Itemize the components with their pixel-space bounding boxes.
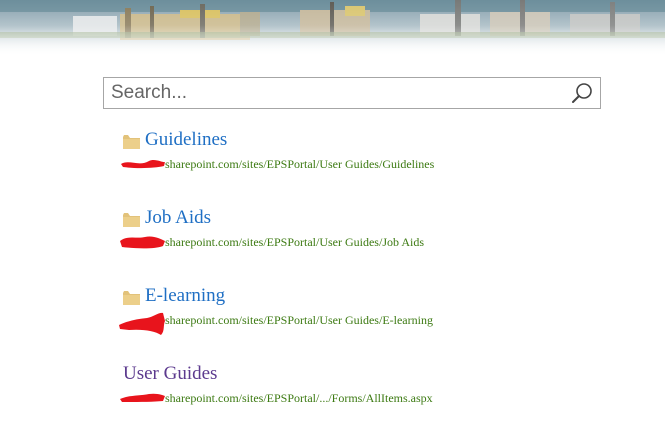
result-url-text: sharepoint.com/sites/EPSPortal/User Guid…: [165, 157, 435, 171]
search-result: Job Aids sharepoint.com/sites/EPSPortal/…: [120, 207, 424, 249]
search-box: [103, 77, 601, 109]
result-url: sharepoint.com/sites/EPSPortal/User Guid…: [121, 157, 435, 171]
search-input[interactable]: [104, 78, 564, 108]
result-url: sharepoint.com/sites/EPSPortal/.../Forms…: [120, 391, 433, 405]
search-result: Guidelines sharepoint.com/sites/EPSPorta…: [121, 129, 434, 171]
result-title-link[interactable]: User Guides: [123, 363, 217, 385]
result-title-link[interactable]: Guidelines: [123, 129, 227, 151]
result-url: sharepoint.com/sites/EPSPortal/User Guid…: [120, 235, 424, 249]
result-title-link[interactable]: E-learning: [123, 285, 225, 307]
search-icon[interactable]: [570, 82, 594, 104]
redaction-mark: [119, 155, 167, 174]
result-title-text: Guidelines: [145, 129, 228, 150]
folder-icon: [123, 289, 140, 305]
result-title-link[interactable]: Job Aids: [123, 207, 211, 229]
folder-icon: [123, 133, 140, 149]
redaction-mark: [119, 389, 167, 408]
result-url: sharepoint.com/sites/EPSPortal/User Guid…: [119, 312, 433, 335]
redaction-mark: [119, 233, 167, 254]
result-url-text: sharepoint.com/sites/EPSPortal/.../Forms…: [165, 391, 433, 405]
redaction-mark: [119, 311, 169, 340]
result-title-text: E-learning: [145, 285, 226, 306]
result-title-text: User Guides: [123, 363, 218, 384]
search-result: User Guides sharepoint.com/sites/EPSPort…: [120, 363, 433, 405]
result-url-text: sharepoint.com/sites/EPSPortal/User Guid…: [165, 235, 424, 249]
folder-icon: [123, 211, 140, 227]
result-url-text: sharepoint.com/sites/EPSPortal/User Guid…: [165, 313, 433, 327]
result-title-text: Job Aids: [145, 207, 211, 228]
search-result: E-learning sharepoint.com/sites/EPSPorta…: [119, 285, 433, 335]
header-banner-image: [0, 0, 665, 56]
